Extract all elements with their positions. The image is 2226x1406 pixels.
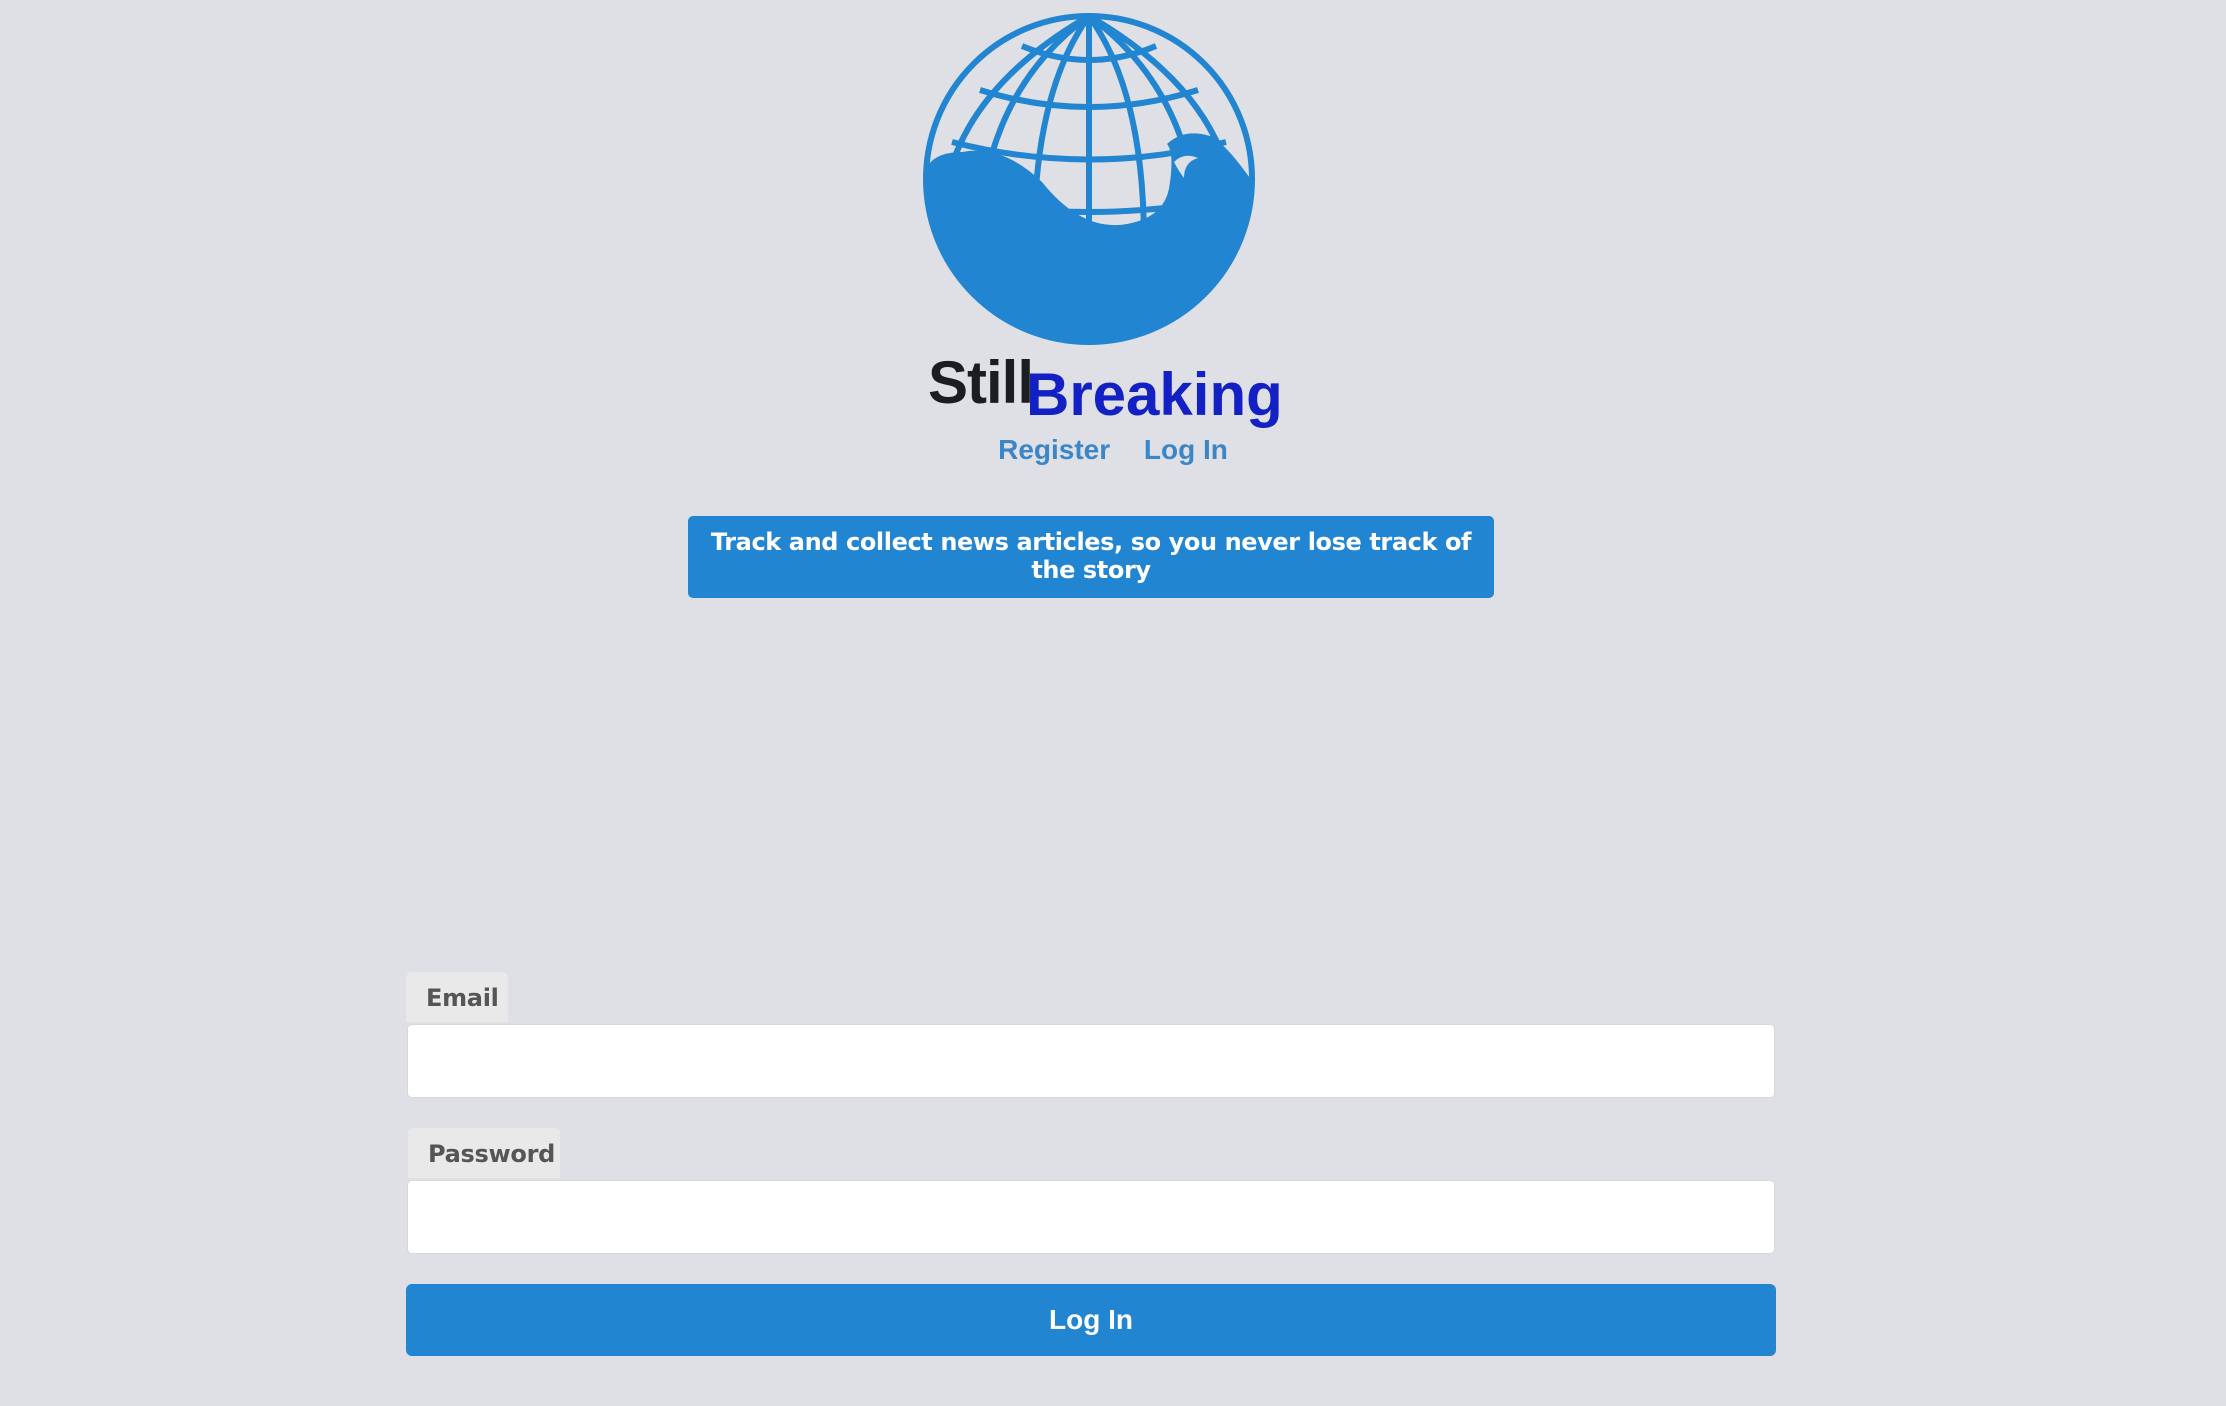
login-page: Still Breaking Register Log In Track and…: [0, 0, 2226, 1406]
brand-still-text: Still: [928, 349, 1034, 416]
brand-wordmark: Still Breaking: [928, 340, 1328, 430]
login-button[interactable]: Log In: [406, 1284, 1776, 1356]
email-label: Email: [406, 972, 508, 1022]
nav-login-link[interactable]: Log In: [1144, 434, 1228, 465]
tagline-banner: Track and collect news articles, so you …: [688, 516, 1494, 598]
password-label: Password: [408, 1128, 560, 1178]
email-field[interactable]: [407, 1024, 1775, 1098]
nav-register-link[interactable]: Register: [998, 434, 1110, 465]
globe-wave-icon: [923, 13, 1255, 345]
password-field[interactable]: [407, 1180, 1775, 1254]
brand-breaking-text: Breaking: [1026, 361, 1283, 428]
top-nav: Register Log In: [0, 434, 2226, 466]
